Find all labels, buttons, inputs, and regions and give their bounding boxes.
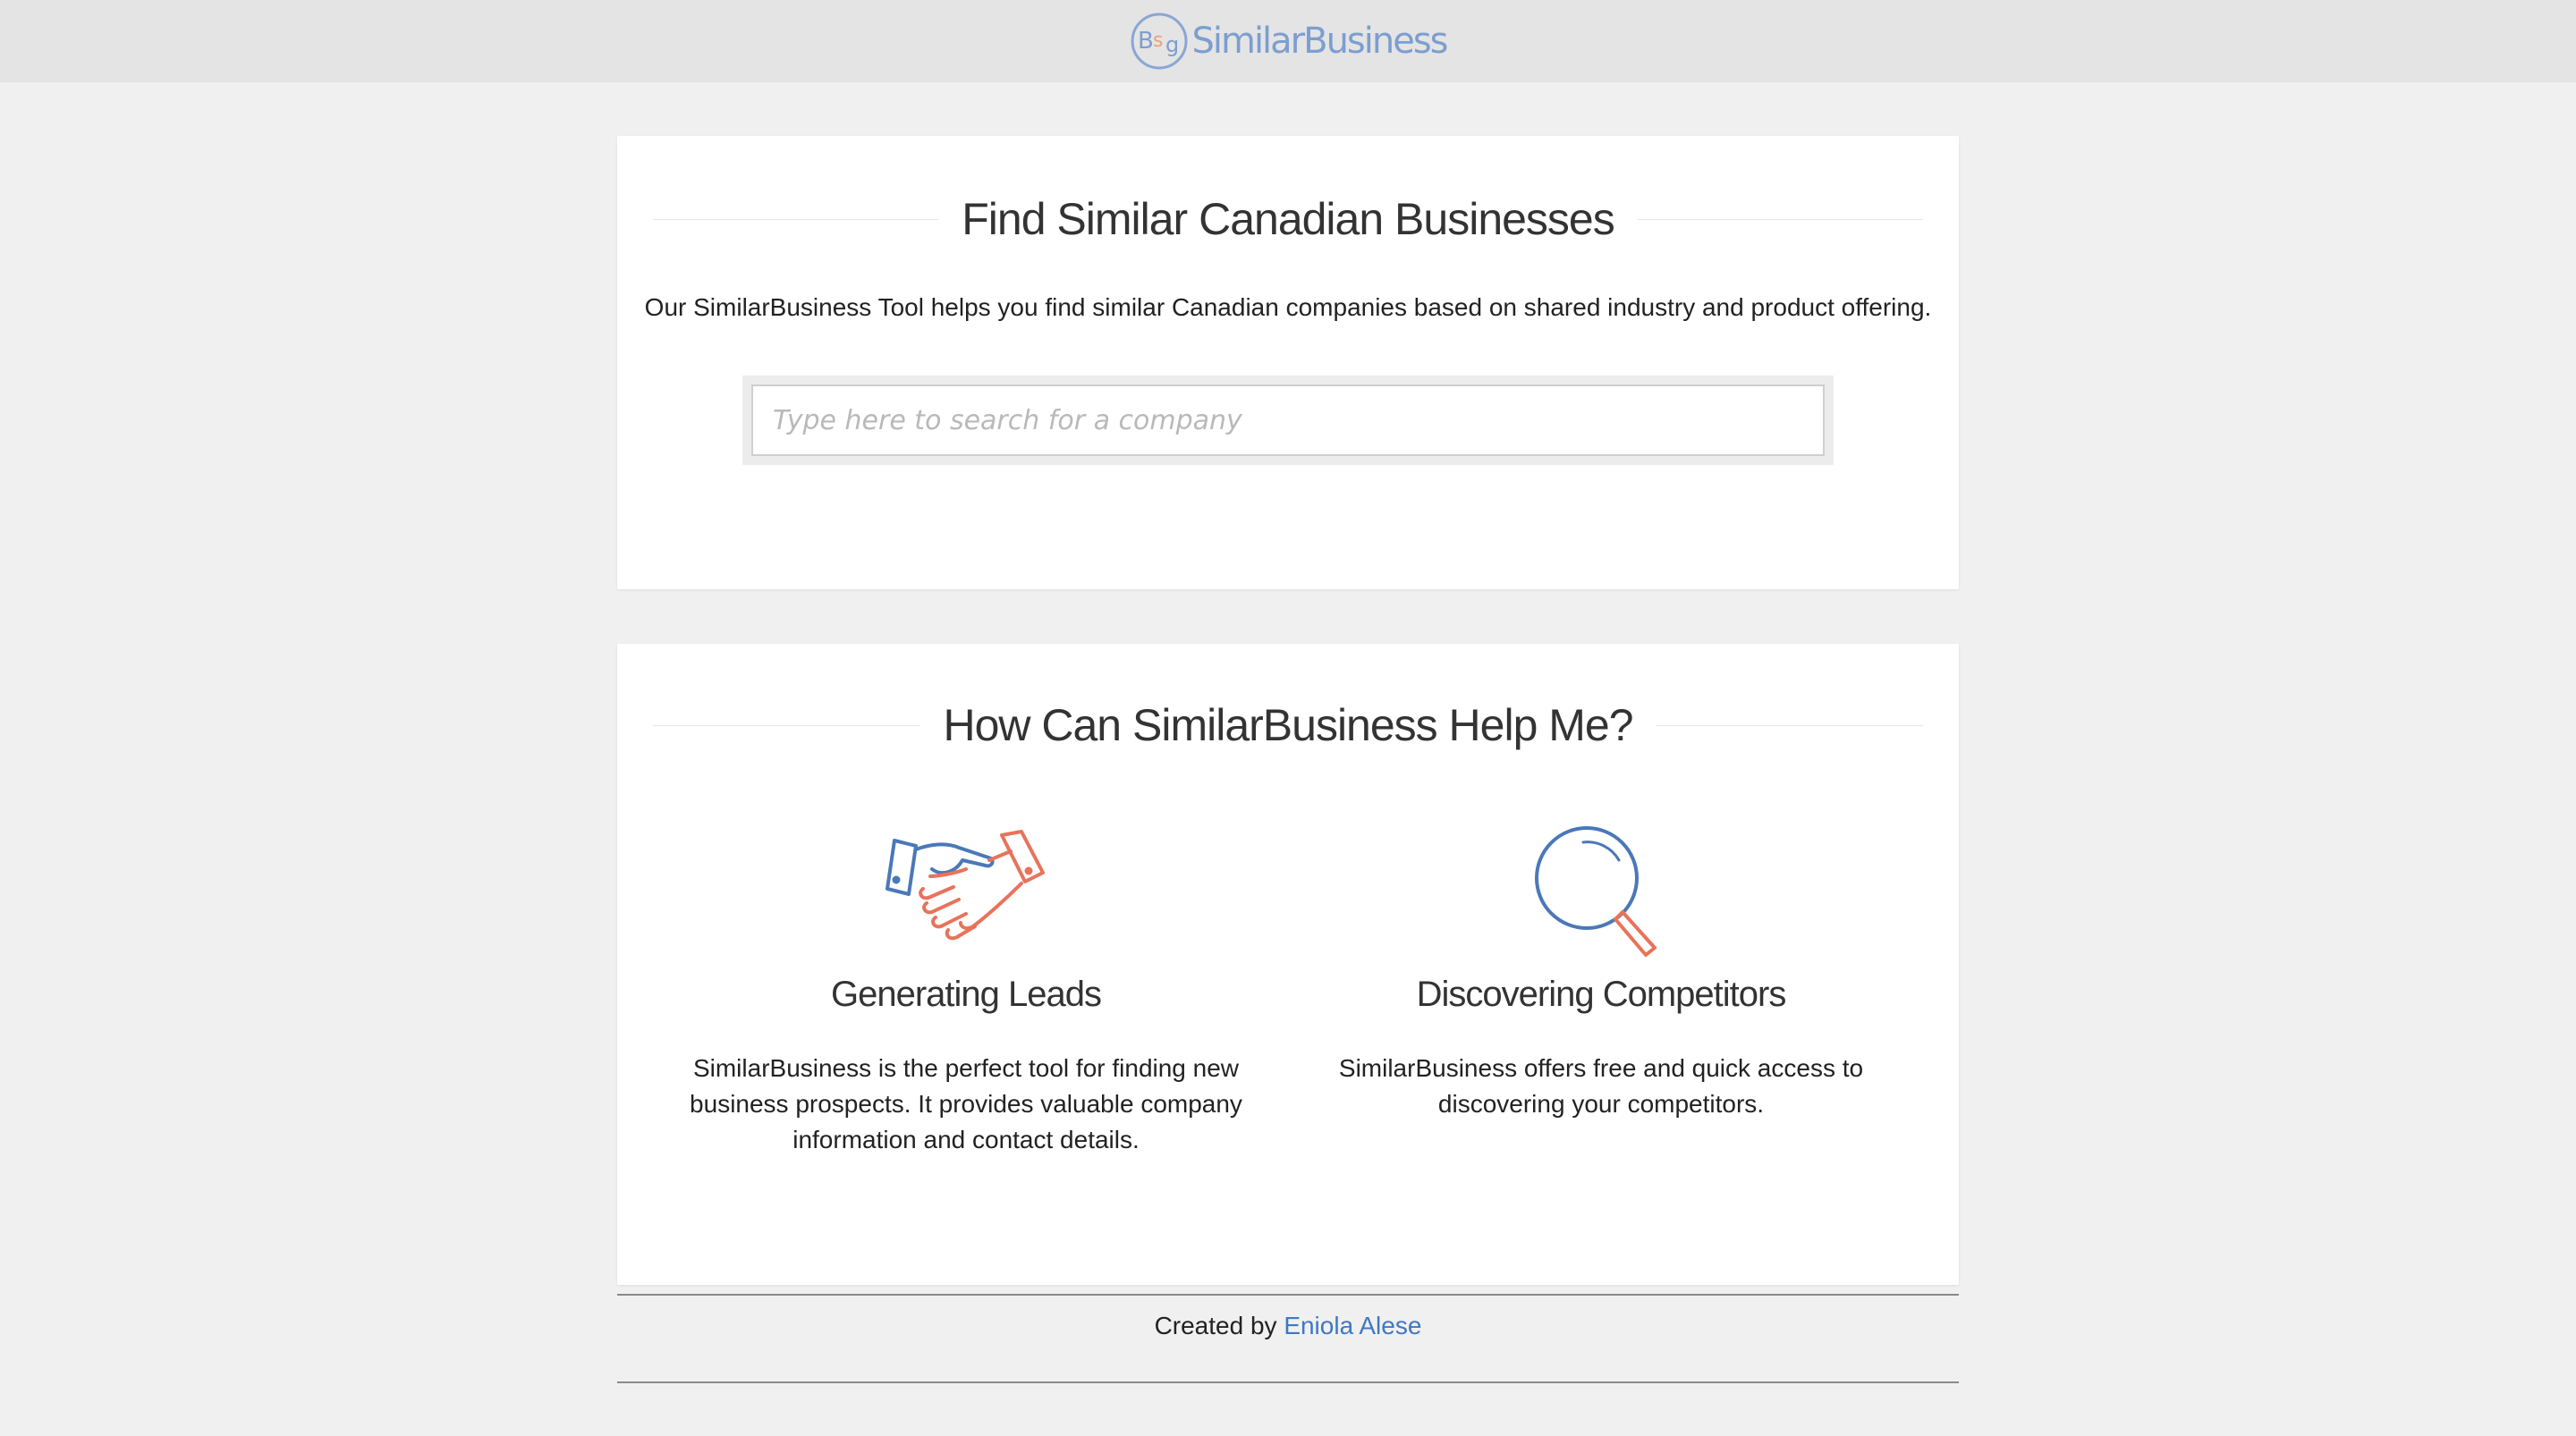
feature-generating-leads: Generating Leads SimilarBusiness is the … (671, 823, 1261, 1158)
heading-rule-left (653, 724, 920, 726)
footer-prefix: Created by (1154, 1312, 1284, 1339)
help-title: How Can SimilarBusiness Help Me? (943, 700, 1633, 750)
magnifying-glass-icon (1535, 826, 1657, 957)
search-card: Find Similar Canadian Businesses Our Sim… (617, 136, 1959, 589)
handshake-icon (886, 830, 1045, 941)
logo-text: SimilarBusiness (1191, 21, 1448, 62)
feature-icon-box (1306, 823, 1896, 966)
feature-title: Discovering Competitors (1416, 975, 1787, 1014)
feature-discovering-competitors: Discovering Competitors SimilarBusiness … (1306, 823, 1896, 1122)
site-logo[interactable]: B s g SimilarBusiness (1129, 11, 1449, 72)
intro-text: Our SimilarBusiness Tool helps you find … (644, 293, 1932, 321)
heading-rule-right (1637, 218, 1924, 220)
top-bar: B s g SimilarBusiness (0, 0, 2576, 82)
search-box (742, 376, 1834, 465)
feature-title: Generating Leads (830, 975, 1102, 1014)
author-link[interactable]: Eniola Alese (1284, 1312, 1421, 1339)
logo-letter-b: B (1138, 28, 1154, 55)
logo-letter-g: g (1165, 32, 1179, 57)
logo-mark-icon: B s g (1131, 13, 1188, 70)
heading-rule-right (1656, 724, 1924, 726)
logo-letter-s: s (1153, 30, 1163, 52)
feature-icon-box (671, 823, 1261, 966)
help-heading: How Can SimilarBusiness Help Me? (653, 699, 1924, 751)
help-card: How Can SimilarBusiness Help Me? Generat… (617, 644, 1959, 1285)
footer: Created by Eniola Alese (617, 1294, 1959, 1383)
search-heading: Find Similar Canadian Businesses (653, 193, 1924, 245)
heading-rule-left (653, 218, 939, 220)
page-title: Find Similar Canadian Businesses (962, 194, 1614, 244)
company-search-input[interactable] (751, 384, 1825, 456)
feature-description: SimilarBusiness offers free and quick ac… (1338, 1054, 1864, 1118)
feature-description: SimilarBusiness is the perfect tool for … (690, 1054, 1242, 1153)
